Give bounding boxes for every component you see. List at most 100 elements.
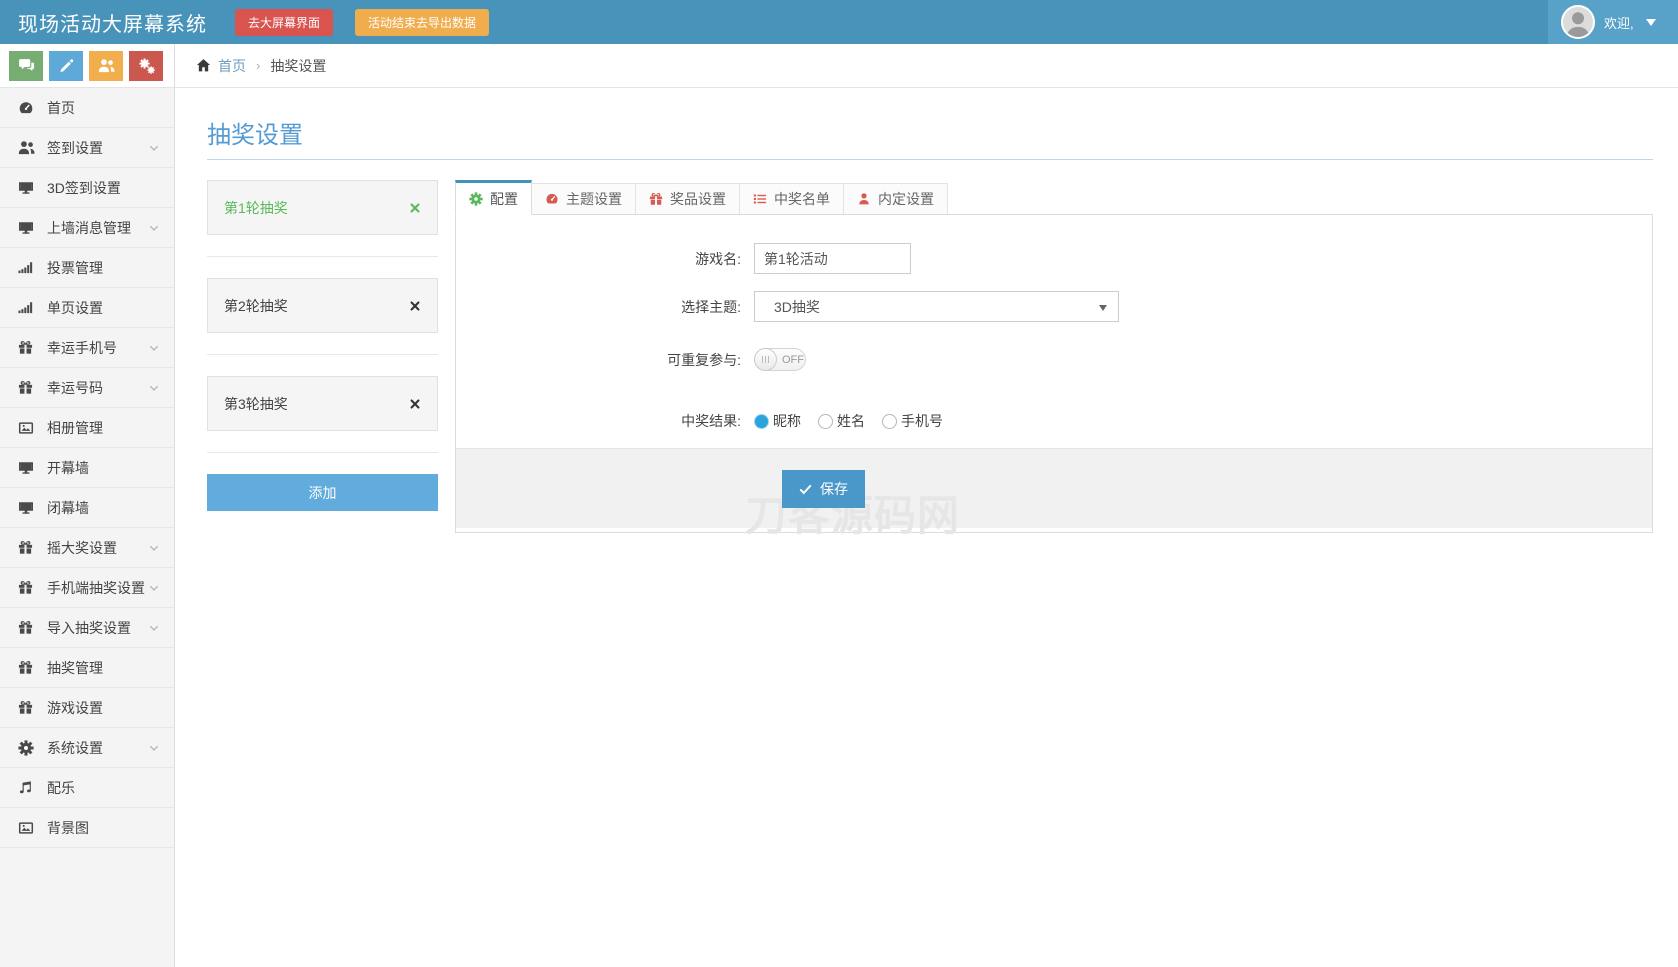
rounds-divider: [207, 452, 438, 453]
breadcrumb-separator: ›: [256, 58, 260, 73]
game-name-input[interactable]: [754, 243, 911, 274]
signal-icon: [18, 260, 36, 275]
user-menu[interactable]: 欢迎,: [1548, 0, 1678, 44]
sidebar-item-mobile-lottery[interactable]: 手机端抽奖设置: [0, 568, 174, 608]
radio-dot-icon: [882, 414, 897, 429]
chevron-down-icon: [148, 542, 160, 554]
title-divider: [207, 159, 1653, 160]
sidebar-item-lucky-phone[interactable]: 幸运手机号: [0, 328, 174, 368]
go-big-screen-button[interactable]: 去大屏幕界面: [235, 9, 333, 36]
round-item-2[interactable]: 第2轮抽奖: [207, 278, 438, 333]
close-icon[interactable]: [409, 300, 421, 312]
rounds-divider: [207, 354, 438, 355]
rounds-list: 第1轮抽奖 第2轮抽奖 第3轮抽奖 添加: [207, 180, 438, 533]
dropdown-arrow-icon: [1099, 305, 1107, 315]
sub-header: 首页 › 抽奖设置: [0, 44, 1678, 88]
tab-preset-settings[interactable]: 内定设置: [844, 183, 948, 214]
sidebar-item-albums[interactable]: 相册管理: [0, 408, 174, 448]
users-quick-button[interactable]: [89, 51, 123, 81]
theme-select[interactable]: 3D抽奖: [754, 291, 1119, 322]
chevron-down-icon: [148, 382, 160, 394]
sidebar-item-game-settings[interactable]: 游戏设置: [0, 688, 174, 728]
users-icon: [98, 57, 115, 74]
edit-quick-button[interactable]: [49, 51, 83, 81]
comments-quick-button[interactable]: [9, 51, 43, 81]
close-icon[interactable]: [409, 398, 421, 410]
breadcrumb-home-link[interactable]: 首页: [196, 56, 246, 76]
sidebar-item-closing-wall[interactable]: 闭幕墙: [0, 488, 174, 528]
sidebar-item-opening-wall[interactable]: 开幕墙: [0, 448, 174, 488]
settings-quick-button[interactable]: [129, 51, 163, 81]
settings-panel: 配置 主题设置 奖品设置 中奖名单: [455, 180, 1653, 533]
radio-dot-icon: [818, 414, 833, 429]
gear-icon: [469, 192, 483, 206]
sidebar-item-background-image[interactable]: 背景图: [0, 808, 174, 848]
sidebar: 首页 签到设置 3D签到设置 上墙消息管理 投票管理 单页设置 幸运手机号 幸运…: [0, 88, 175, 967]
desktop-icon: [18, 220, 36, 236]
page-title: 抽奖设置: [207, 115, 1653, 150]
result-label: 中奖结果:: [456, 411, 754, 431]
avatar: [1561, 5, 1595, 39]
radio-phone[interactable]: 手机号: [882, 411, 943, 431]
result-radio-group: 昵称 姓名 手机号: [754, 411, 943, 431]
tab-theme-settings[interactable]: 主题设置: [532, 183, 636, 214]
sidebar-item-home[interactable]: 首页: [0, 88, 174, 128]
app-title: 现场活动大屏幕系统: [18, 8, 207, 37]
sidebar-item-system-settings[interactable]: 系统设置: [0, 728, 174, 768]
caret-down-icon: [1646, 19, 1656, 31]
gift-icon: [18, 540, 36, 555]
tab-content: 游戏名: 选择主题: 3D抽奖 可重复参与:: [455, 215, 1653, 533]
chevron-down-icon: [148, 582, 160, 594]
check-icon: [799, 483, 812, 496]
sidebar-item-music[interactable]: 配乐: [0, 768, 174, 808]
toggle-handle-icon: [754, 348, 777, 371]
dashboard-icon: [18, 100, 36, 116]
sidebar-item-signin-settings[interactable]: 签到设置: [0, 128, 174, 168]
tab-config[interactable]: 配置: [455, 180, 532, 215]
desktop-icon: [18, 500, 36, 516]
sidebar-item-shake-prize[interactable]: 摇大奖设置: [0, 528, 174, 568]
sidebar-item-single-page[interactable]: 单页设置: [0, 288, 174, 328]
close-icon[interactable]: [409, 202, 421, 214]
pencil-icon: [58, 58, 74, 74]
image-icon: [18, 420, 36, 436]
chevron-down-icon: [148, 742, 160, 754]
save-button[interactable]: 保存: [782, 470, 865, 508]
sidebar-item-import-lottery[interactable]: 导入抽奖设置: [0, 608, 174, 648]
tab-winner-list[interactable]: 中奖名单: [740, 183, 844, 214]
breadcrumb: 首页 › 抽奖设置: [196, 44, 326, 87]
top-header: 现场活动大屏幕系统 去大屏幕界面 活动结束去导出数据 欢迎,: [0, 0, 1678, 44]
home-icon: [196, 58, 211, 73]
export-data-button[interactable]: 活动结束去导出数据: [355, 9, 489, 36]
repeatable-toggle[interactable]: OFF: [754, 348, 806, 371]
radio-dot-icon: [754, 414, 769, 429]
gift-icon: [18, 340, 36, 355]
chevron-down-icon: [148, 342, 160, 354]
gift-icon: [649, 192, 663, 206]
round-item-1[interactable]: 第1轮抽奖: [207, 180, 438, 235]
theme-label: 选择主题:: [456, 297, 754, 317]
quick-actions: [0, 44, 175, 87]
sidebar-item-lottery-management[interactable]: 抽奖管理: [0, 648, 174, 688]
tabs: 配置 主题设置 奖品设置 中奖名单: [455, 180, 1653, 215]
gear-icon: [18, 740, 36, 756]
sidebar-item-voting[interactable]: 投票管理: [0, 248, 174, 288]
radio-name[interactable]: 姓名: [818, 411, 865, 431]
gift-icon: [18, 660, 36, 675]
sidebar-item-lucky-number[interactable]: 幸运号码: [0, 368, 174, 408]
gift-icon: [18, 580, 36, 595]
sidebar-item-3d-signin[interactable]: 3D签到设置: [0, 168, 174, 208]
desktop-icon: [18, 180, 36, 196]
radio-nickname[interactable]: 昵称: [754, 411, 801, 431]
music-icon: [18, 780, 36, 795]
round-item-3[interactable]: 第3轮抽奖: [207, 376, 438, 431]
person-icon: [857, 192, 871, 206]
sidebar-item-wall-messages[interactable]: 上墙消息管理: [0, 208, 174, 248]
repeatable-label: 可重复参与:: [456, 350, 754, 370]
tab-prize-settings[interactable]: 奖品设置: [636, 183, 740, 214]
game-name-label: 游戏名:: [456, 249, 754, 269]
comments-icon: [18, 57, 35, 74]
add-round-button[interactable]: 添加: [207, 474, 438, 511]
toggle-state-text: OFF: [782, 354, 804, 366]
users-icon: [18, 139, 36, 156]
